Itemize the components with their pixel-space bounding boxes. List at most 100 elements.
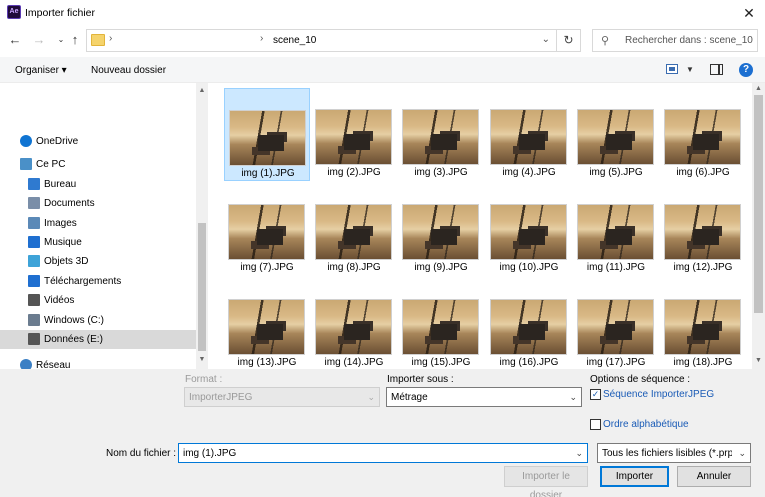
sidebar-item-images[interactable]: Images (0, 214, 196, 233)
file-item[interactable]: img (17).JPG (573, 278, 659, 369)
import-as-select[interactable]: Métrage ⌄ (386, 387, 582, 407)
nav-scrollbar[interactable]: ▲ ▼ (196, 83, 208, 369)
format-select: ImporterJPEG ⌄ (184, 387, 380, 407)
forward-arrow-icon[interactable]: → (30, 31, 48, 49)
preview-pane-icon[interactable] (710, 64, 723, 75)
scroll-down-icon[interactable]: ▼ (196, 356, 208, 363)
file-name: img (15).JPG (411, 357, 471, 368)
file-name: img (16).JPG (499, 357, 559, 368)
chevron-down-icon[interactable]: ⌄ (575, 448, 583, 459)
file-item[interactable]: img (8).JPG (311, 183, 397, 276)
file-type-value: Tous les fichiers lisibles (*.prpro (602, 448, 732, 459)
up-arrow-icon[interactable]: ↑ (66, 31, 84, 49)
breadcrumb-separator-icon: › (109, 33, 113, 44)
file-item[interactable]: img (16).JPG (486, 278, 572, 369)
file-item[interactable]: img (6).JPG (660, 88, 746, 181)
view-mode-icon[interactable] (666, 64, 678, 74)
search-placeholder: Rechercher dans : scene_10 (625, 35, 753, 46)
scroll-up-icon[interactable]: ▲ (196, 87, 208, 94)
file-thumbnail (664, 204, 741, 260)
file-name: img (17).JPG (586, 357, 646, 368)
folder-icon (91, 34, 105, 46)
sidebar-item-label: Ce PC (36, 159, 66, 170)
sequence-checkbox-label[interactable]: Séquence ImporterJPEG (603, 389, 714, 400)
sidebar-item-t-l-chargements[interactable]: Téléchargements (0, 272, 196, 291)
file-item[interactable]: img (11).JPG (573, 183, 659, 276)
scroll-down-icon[interactable]: ▼ (752, 357, 765, 364)
documents-icon (28, 197, 40, 209)
chevron-down-icon: ⌄ (367, 392, 375, 402)
objects3d-icon (28, 255, 40, 267)
file-name: img (3).JPG (414, 167, 468, 178)
alphabetical-order-label[interactable]: Ordre alphabétique (603, 419, 689, 430)
address-bar[interactable]: › › scene_10 ⌄ (86, 29, 557, 52)
file-scroll-thumb[interactable] (754, 95, 763, 313)
sidebar-item-musique[interactable]: Musique (0, 233, 196, 252)
chevron-down-icon: ⌄ (738, 448, 746, 458)
file-type-select[interactable]: Tous les fichiers lisibles (*.prpro ⌄ (597, 443, 751, 463)
search-input[interactable]: ⚲ Rechercher dans : scene_10 (592, 29, 758, 52)
file-name: img (1).JPG (241, 168, 295, 179)
import-folder-button[interactable]: Importer le dossier (504, 466, 588, 497)
file-name: img (18).JPG (673, 357, 733, 368)
new-folder-button[interactable]: Nouveau dossier (91, 65, 166, 76)
close-icon[interactable]: ✕ (738, 2, 760, 24)
file-thumbnail (664, 109, 741, 165)
file-thumbnail (490, 299, 567, 355)
view-dropdown-icon[interactable]: ▼ (686, 65, 694, 74)
file-item[interactable]: img (7).JPG (224, 183, 310, 276)
file-item[interactable]: img (18).JPG (660, 278, 746, 369)
file-name: img (5).JPG (589, 167, 643, 178)
downloads-icon (28, 275, 40, 287)
file-name: img (2).JPG (327, 167, 381, 178)
sidebar-item-ce-pc[interactable]: Ce PC (0, 155, 196, 174)
import-as-value: Métrage (391, 392, 428, 403)
sidebar-item-vid-os[interactable]: Vidéos (0, 291, 196, 310)
nav-scroll-thumb[interactable] (198, 223, 206, 351)
file-item[interactable]: img (1).JPG (224, 88, 310, 181)
back-arrow-icon[interactable]: ← (6, 31, 24, 49)
file-item[interactable]: img (2).JPG (311, 88, 397, 181)
breadcrumb-scene[interactable]: scene_10 (273, 35, 316, 46)
title-bar: Ae Importer fichier ✕ (0, 0, 765, 26)
file-item[interactable]: img (5).JPG (573, 88, 659, 181)
file-item[interactable]: img (3).JPG (398, 88, 484, 181)
sidebar-item-label: OneDrive (36, 136, 79, 147)
address-dropdown-icon[interactable]: ⌄ (542, 34, 550, 45)
file-item[interactable]: img (14).JPG (311, 278, 397, 369)
sidebar-item-onedrive[interactable]: OneDrive (0, 132, 196, 151)
computer-icon (20, 158, 32, 170)
file-scrollbar[interactable]: ▲ ▼ (752, 83, 765, 369)
file-item[interactable]: img (13).JPG (224, 278, 310, 369)
sidebar-item-label: Documents (44, 198, 95, 209)
file-item[interactable]: img (9).JPG (398, 183, 484, 276)
sidebar-item-donn-es-e[interactable]: Données (E:) (0, 330, 196, 349)
sidebar-item-objets-3d[interactable]: Objets 3D (0, 252, 196, 271)
onedrive-icon (20, 135, 32, 147)
images-icon (28, 217, 40, 229)
file-thumbnail (315, 204, 392, 260)
organize-button[interactable]: Organiser ▾ (15, 65, 67, 76)
alphabetical-order-checkbox[interactable] (590, 419, 601, 430)
scroll-up-icon[interactable]: ▲ (752, 85, 765, 92)
file-item[interactable]: img (10).JPG (486, 183, 572, 276)
sidebar-item-documents[interactable]: Documents (0, 194, 196, 213)
file-thumbnail (315, 299, 392, 355)
cancel-button[interactable]: Annuler (677, 466, 751, 487)
sidebar-item-bureau[interactable]: Bureau (0, 175, 196, 194)
sidebar-item-label: Téléchargements (44, 276, 122, 287)
import-button[interactable]: Importer (600, 466, 669, 487)
help-icon[interactable]: ? (739, 63, 753, 77)
file-item[interactable]: img (4).JPG (486, 88, 572, 181)
file-thumbnail (228, 299, 305, 355)
refresh-icon[interactable]: ↻ (557, 29, 581, 52)
file-item[interactable]: img (12).JPG (660, 183, 746, 276)
file-name: img (12).JPG (673, 262, 733, 273)
filename-input[interactable]: img (1).JPG ⌄ (178, 443, 588, 463)
file-item[interactable]: img (15).JPG (398, 278, 484, 369)
command-bar: Organiser ▾ Nouveau dossier ▼ ? (0, 57, 765, 83)
format-value: ImporterJPEG (189, 392, 253, 403)
sequence-checkbox[interactable]: ✓ (590, 389, 601, 400)
sidebar-item-windows-c[interactable]: Windows (C:) (0, 311, 196, 330)
sidebar-item-label: Objets 3D (44, 256, 89, 267)
